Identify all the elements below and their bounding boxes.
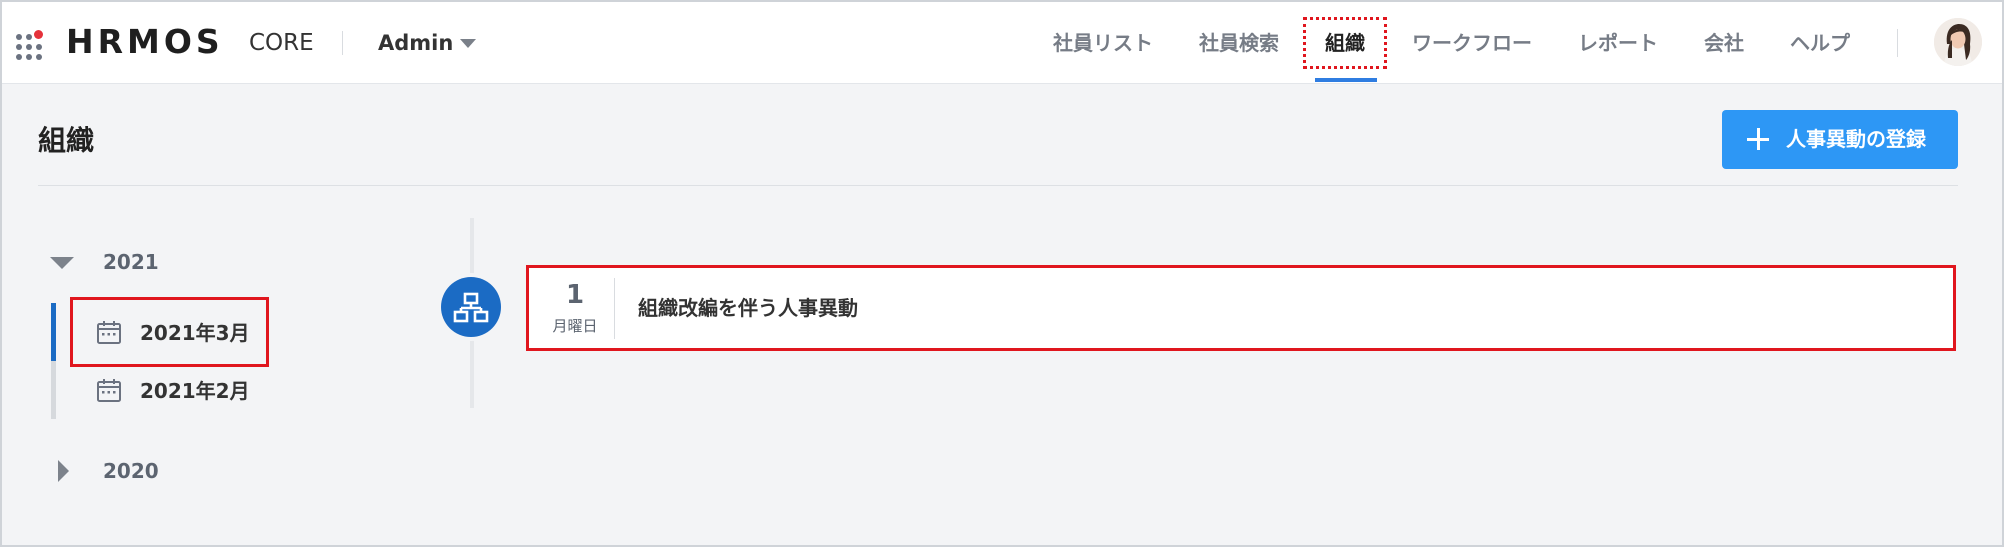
tree-month-item[interactable]: 2021年2月: [96, 374, 266, 408]
title-divider: [38, 185, 1958, 186]
header-divider-right: [1897, 29, 1898, 57]
event-divider: [614, 278, 615, 339]
page-title: 組織: [38, 124, 95, 157]
tree-year-2020[interactable]: 2020: [103, 456, 159, 486]
add-personnel-change-button[interactable]: 人事異動の登録: [1722, 110, 1958, 169]
event-day: 1: [565, 280, 585, 310]
nav-report[interactable]: レポート: [1578, 26, 1658, 60]
workspace-selector[interactable]: Admin: [378, 27, 453, 59]
add-button-label: 人事異動の登録: [1786, 129, 1926, 151]
nav-help[interactable]: ヘルプ: [1790, 26, 1850, 60]
nav-workflow[interactable]: ワークフロー: [1412, 26, 1532, 60]
caret-down-icon[interactable]: [50, 257, 74, 269]
tree-year-2021[interactable]: 2021: [103, 247, 159, 277]
caret-right-icon[interactable]: [58, 460, 69, 482]
event-title: 組織改編を伴う人事異動: [638, 296, 858, 320]
highlight-box-nav: [1303, 17, 1387, 69]
event-weekday: 月曜日: [552, 317, 598, 335]
chevron-down-icon[interactable]: [460, 39, 476, 48]
header-divider: [342, 31, 343, 55]
highlight-box-month: [70, 297, 269, 367]
tree-month-label: 2021年2月: [140, 379, 250, 403]
nav-employee-search[interactable]: 社員検索: [1199, 26, 1279, 60]
active-tab-indicator: [1315, 78, 1377, 82]
timeline-event-card[interactable]: 1 月曜日 組織改編を伴う人事異動: [526, 265, 1956, 351]
nav-company[interactable]: 会社: [1704, 26, 1744, 60]
tree-rail-active-indicator: [51, 303, 56, 361]
app-launcher-icon[interactable]: [16, 30, 44, 60]
user-avatar[interactable]: [1934, 18, 1982, 66]
org-chart-icon: [441, 277, 501, 337]
brand-product-name: CORE: [249, 30, 314, 56]
top-header: HRMOS CORE Admin 社員リスト 社員検索 組織 ワークフロー レポ…: [0, 0, 2004, 84]
plus-icon: [1746, 127, 1770, 151]
nav-employee-list[interactable]: 社員リスト: [1053, 26, 1153, 60]
brand-logo[interactable]: HRMOS: [66, 22, 224, 62]
calendar-icon: [97, 379, 121, 402]
